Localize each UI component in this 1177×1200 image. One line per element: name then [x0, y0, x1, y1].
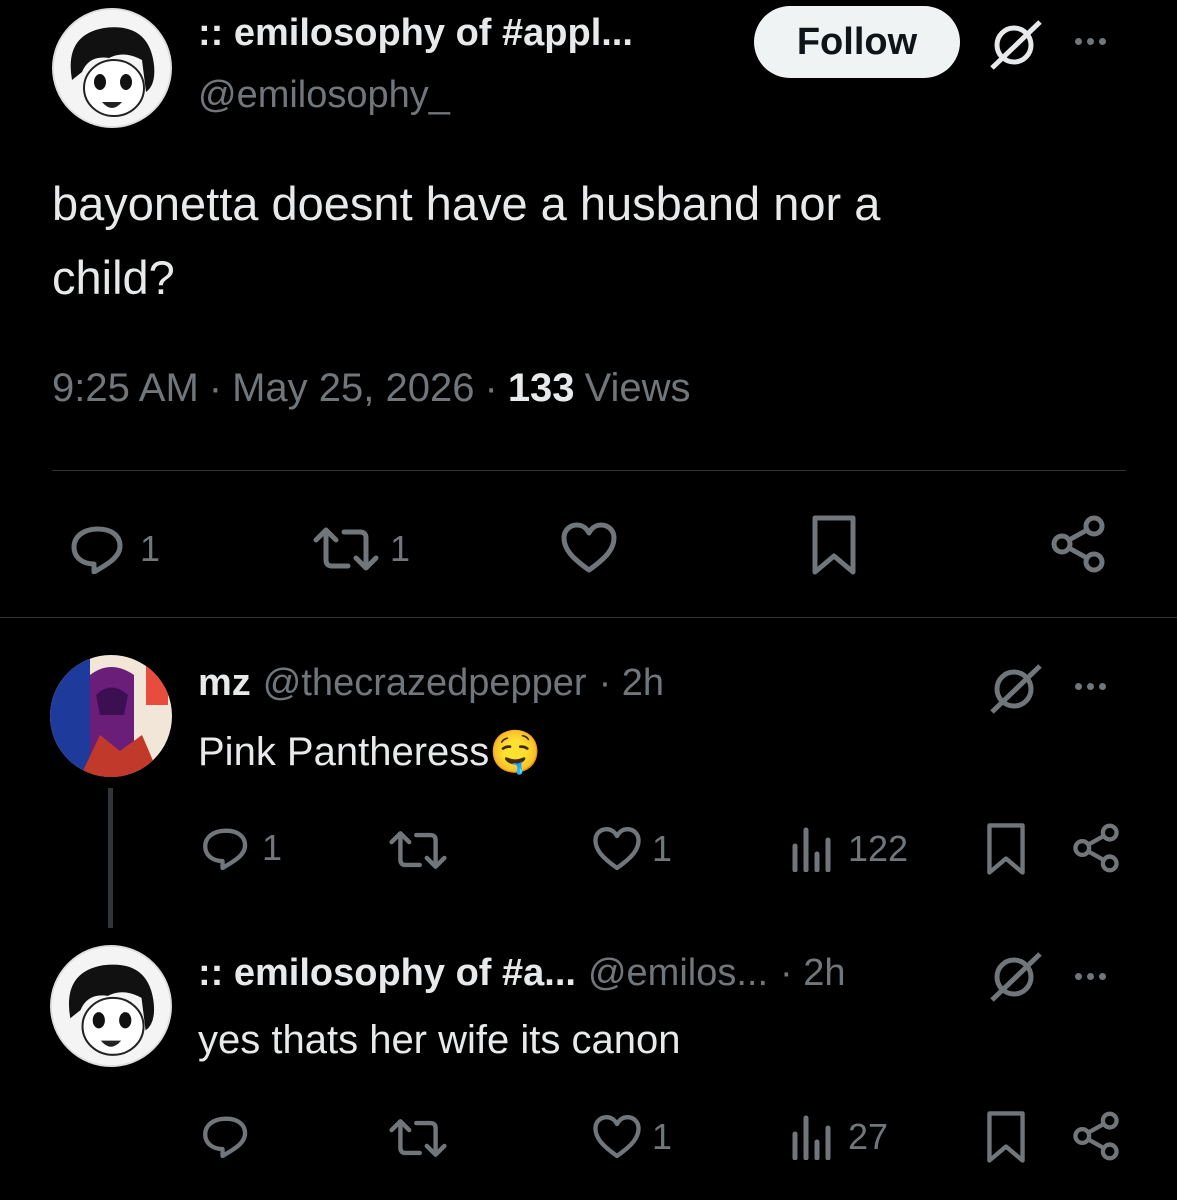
avatar[interactable]	[50, 655, 172, 777]
grok-icon[interactable]	[988, 664, 1044, 714]
bookmark-icon	[987, 1111, 1025, 1163]
retweet-icon	[313, 527, 379, 571]
display-name[interactable]: :: emilosophy of #a...	[198, 952, 576, 995]
reply-text-content: Pink Pantheress	[198, 730, 490, 774]
follow-button[interactable]: Follow	[754, 6, 960, 78]
retweet-icon	[389, 1119, 447, 1157]
heart-icon	[561, 522, 617, 573]
like-button[interactable]: 1	[592, 1114, 672, 1160]
views-icon	[792, 827, 831, 872]
handle[interactable]: @emilosophy_	[198, 74, 450, 117]
share-button[interactable]	[1072, 822, 1120, 874]
reply-count: 1	[140, 528, 161, 569]
heart-icon	[593, 827, 641, 871]
share-button[interactable]	[1050, 514, 1106, 574]
avatar[interactable]	[50, 945, 172, 1067]
meta-separator: ·	[484, 366, 498, 410]
retweet-button[interactable]: 1	[310, 524, 410, 574]
more-icon[interactable]	[1075, 38, 1106, 45]
retweet-icon	[389, 831, 447, 869]
tweet-text-line2: child?	[52, 251, 175, 304]
display-name[interactable]: :: emilosophy of #appl...	[198, 12, 633, 55]
reply-count: 1	[262, 827, 283, 868]
bookmark-button[interactable]	[984, 822, 1028, 876]
reply-icon	[71, 526, 123, 574]
views-count: 27	[848, 1116, 889, 1157]
reply-time[interactable]: · 2h	[599, 662, 664, 705]
like-count: 1	[652, 828, 673, 869]
thread-line	[108, 788, 113, 928]
views-count: 122	[848, 828, 909, 869]
bookmark-icon	[987, 823, 1025, 875]
reply-icon	[203, 828, 248, 870]
reply-icon	[203, 1116, 248, 1158]
reply-header: mz @thecrazedpepper · 2h	[198, 662, 664, 705]
views-count: 133	[507, 366, 575, 410]
avatar[interactable]	[52, 8, 172, 128]
tweet-time[interactable]: 9:25 AM	[52, 366, 199, 411]
heart-icon	[593, 1115, 641, 1159]
like-count: 1	[652, 1116, 673, 1157]
tweet-meta: 9:25 AM · May 25, 2026 · 133 Views	[52, 366, 691, 411]
more-icon[interactable]	[1075, 973, 1106, 980]
drooling-face-emoji: 🤤	[489, 728, 542, 775]
retweet-button[interactable]	[386, 828, 450, 872]
views-label: Views	[584, 366, 691, 410]
grok-icon[interactable]	[988, 952, 1044, 1002]
reply-text: yes thats her wife its canon	[198, 1018, 681, 1062]
divider	[52, 470, 1126, 471]
meta-separator: ·	[208, 366, 223, 410]
views-button[interactable]: 27	[790, 1114, 888, 1160]
bookmark-button[interactable]	[810, 514, 858, 576]
share-icon	[1073, 823, 1119, 873]
reply-button[interactable]: 1	[68, 524, 160, 574]
grok-icon[interactable]	[988, 20, 1044, 70]
views-button[interactable]: 122	[790, 826, 908, 872]
like-button[interactable]: 1	[592, 826, 672, 872]
views-icon	[792, 1115, 831, 1160]
handle[interactable]: @thecrazedpepper	[263, 662, 587, 705]
share-button[interactable]	[1072, 1110, 1120, 1162]
share-icon	[1073, 1111, 1119, 1161]
reply-time[interactable]: · 2h	[780, 952, 845, 995]
like-button[interactable]	[560, 522, 618, 574]
reply-text: Pink Pantheress 🤤	[198, 728, 542, 777]
more-icon[interactable]	[1075, 683, 1106, 690]
handle[interactable]: @emilos...	[588, 952, 768, 995]
reply-button[interactable]: 1	[200, 826, 282, 870]
bookmark-button[interactable]	[984, 1110, 1028, 1164]
tweet-text-line1: bayonetta doesnt have a husband nor a	[52, 177, 881, 230]
share-icon	[1051, 515, 1105, 573]
reply-header: :: emilosophy of #a... @emilos... · 2h	[198, 952, 846, 995]
retweet-button[interactable]	[386, 1116, 450, 1160]
reply-button[interactable]	[200, 1114, 252, 1158]
divider	[0, 617, 1177, 618]
retweet-count: 1	[390, 528, 411, 569]
bookmark-icon	[812, 515, 856, 575]
display-name[interactable]: mz	[198, 662, 251, 705]
tweet-date[interactable]: May 25, 2026	[232, 366, 474, 411]
